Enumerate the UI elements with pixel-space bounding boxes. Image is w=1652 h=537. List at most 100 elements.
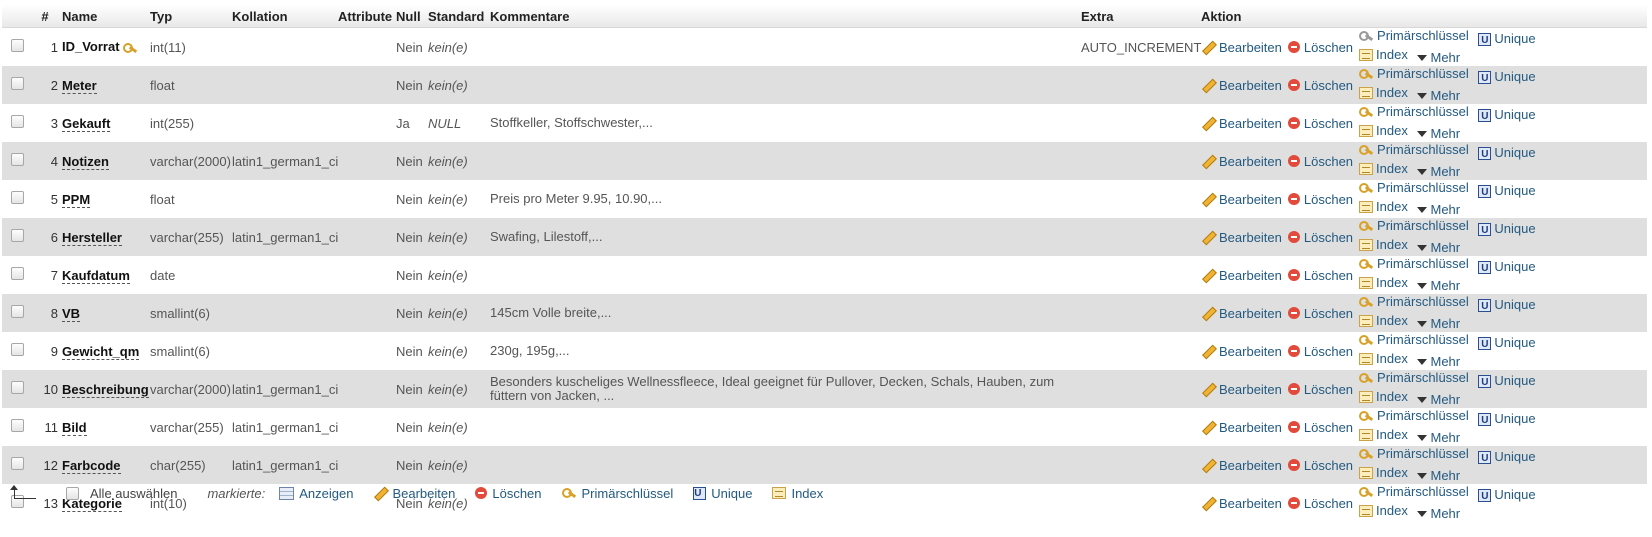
primary-selected-button[interactable]: Primärschlüssel	[561, 486, 673, 501]
more-button[interactable]: Mehr	[1417, 316, 1460, 332]
delete-button[interactable]: Löschen	[1287, 382, 1353, 397]
row-checkbox-cell[interactable]	[2, 408, 30, 446]
primary-key-button[interactable]: Primärschlüssel	[1359, 180, 1469, 196]
delete-button[interactable]: Löschen	[1287, 230, 1353, 245]
edit-button[interactable]: Bearbeiten	[1201, 78, 1282, 93]
more-button[interactable]: Mehr	[1417, 88, 1460, 104]
delete-button[interactable]: Löschen	[1287, 496, 1353, 511]
delete-button[interactable]: Löschen	[1287, 154, 1353, 169]
row-checkbox-cell[interactable]	[2, 104, 30, 142]
row-checkbox[interactable]	[11, 153, 24, 166]
edit-button[interactable]: Bearbeiten	[1201, 40, 1282, 55]
primary-key-button[interactable]: Primärschlüssel	[1359, 370, 1469, 386]
edit-button[interactable]: Bearbeiten	[1201, 230, 1282, 245]
edit-button[interactable]: Bearbeiten	[1201, 420, 1282, 435]
delete-button[interactable]: Löschen	[1287, 420, 1353, 435]
unique-button[interactable]: U Unique	[1478, 221, 1536, 237]
index-button[interactable]: Index	[1359, 275, 1408, 291]
unique-button[interactable]: U Unique	[1478, 373, 1536, 389]
more-button[interactable]: Mehr	[1417, 430, 1460, 446]
more-button[interactable]: Mehr	[1417, 202, 1460, 218]
edit-button[interactable]: Bearbeiten	[1201, 154, 1282, 169]
edit-button[interactable]: Bearbeiten	[1201, 268, 1282, 283]
edit-button[interactable]: Bearbeiten	[1201, 116, 1282, 131]
primary-key-button[interactable]: Primärschlüssel	[1359, 332, 1469, 348]
unique-selected-button[interactable]: U Unique	[693, 486, 752, 501]
header-default[interactable]: Standard	[426, 5, 488, 28]
row-checkbox-cell[interactable]	[2, 256, 30, 294]
delete-button[interactable]: Löschen	[1287, 344, 1353, 359]
primary-key-button[interactable]: Primärschlüssel	[1359, 256, 1469, 272]
primary-key-button[interactable]: Primärschlüssel	[1359, 218, 1469, 234]
unique-button[interactable]: U Unique	[1478, 183, 1536, 199]
index-selected-button[interactable]: Index	[772, 486, 823, 501]
primary-key-button[interactable]: Primärschlüssel	[1359, 294, 1469, 310]
delete-button[interactable]: Löschen	[1287, 306, 1353, 321]
edit-button[interactable]: Bearbeiten	[1201, 382, 1282, 397]
row-checkbox[interactable]	[11, 229, 24, 242]
unique-button[interactable]: U Unique	[1478, 69, 1536, 85]
unique-button[interactable]: U Unique	[1478, 487, 1536, 503]
more-button[interactable]: Mehr	[1417, 126, 1460, 142]
row-checkbox[interactable]	[11, 115, 24, 128]
browse-button[interactable]: Anzeigen	[279, 486, 353, 501]
more-button[interactable]: Mehr	[1417, 354, 1460, 370]
edit-button[interactable]: Bearbeiten	[1201, 306, 1282, 321]
row-checkbox-cell[interactable]	[2, 294, 30, 332]
row-checkbox[interactable]	[11, 39, 24, 52]
delete-button[interactable]: Löschen	[1287, 268, 1353, 283]
more-button[interactable]: Mehr	[1417, 50, 1460, 66]
more-button[interactable]: Mehr	[1417, 392, 1460, 408]
primary-key-button[interactable]: Primärschlüssel	[1359, 28, 1469, 44]
delete-button[interactable]: Löschen	[1287, 116, 1353, 131]
row-checkbox-cell[interactable]	[2, 66, 30, 104]
primary-key-button[interactable]: Primärschlüssel	[1359, 66, 1469, 82]
unique-button[interactable]: U Unique	[1478, 31, 1536, 47]
row-checkbox[interactable]	[11, 343, 24, 356]
header-attributes[interactable]: Attribute	[336, 5, 394, 28]
index-button[interactable]: Index	[1359, 199, 1408, 215]
more-button[interactable]: Mehr	[1417, 164, 1460, 180]
delete-button[interactable]: Löschen	[1287, 78, 1353, 93]
delete-selected-button[interactable]: Löschen	[475, 486, 542, 501]
index-button[interactable]: Index	[1359, 503, 1408, 519]
row-checkbox-cell[interactable]	[2, 370, 30, 408]
more-button[interactable]: Mehr	[1417, 278, 1460, 294]
unique-button[interactable]: U Unique	[1478, 145, 1536, 161]
delete-button[interactable]: Löschen	[1287, 192, 1353, 207]
index-button[interactable]: Index	[1359, 85, 1408, 101]
primary-key-button[interactable]: Primärschlüssel	[1359, 104, 1469, 120]
more-button[interactable]: Mehr	[1417, 468, 1460, 484]
index-button[interactable]: Index	[1359, 161, 1408, 177]
more-button[interactable]: Mehr	[1417, 506, 1460, 522]
row-checkbox[interactable]	[11, 419, 24, 432]
primary-key-button[interactable]: Primärschlüssel	[1359, 446, 1469, 462]
header-extra[interactable]: Extra	[1079, 5, 1199, 28]
edit-selected-button[interactable]: Bearbeiten	[373, 486, 455, 501]
delete-button[interactable]: Löschen	[1287, 458, 1353, 473]
row-checkbox[interactable]	[11, 77, 24, 90]
header-null[interactable]: Null	[394, 5, 426, 28]
index-button[interactable]: Index	[1359, 465, 1408, 481]
select-all-label[interactable]: Alle auswählen	[90, 486, 177, 501]
row-checkbox-cell[interactable]	[2, 180, 30, 218]
row-checkbox-cell[interactable]	[2, 446, 30, 484]
index-button[interactable]: Index	[1359, 123, 1408, 139]
header-name[interactable]: Name	[60, 5, 148, 28]
edit-button[interactable]: Bearbeiten	[1201, 458, 1282, 473]
delete-button[interactable]: Löschen	[1287, 40, 1353, 55]
row-checkbox[interactable]	[11, 381, 24, 394]
select-all[interactable]: Alle auswählen	[66, 486, 177, 501]
unique-button[interactable]: U Unique	[1478, 411, 1536, 427]
row-checkbox-cell[interactable]	[2, 142, 30, 180]
primary-key-button[interactable]: Primärschlüssel	[1359, 142, 1469, 158]
header-collation[interactable]: Kollation	[230, 5, 336, 28]
index-button[interactable]: Index	[1359, 351, 1408, 367]
row-checkbox-cell[interactable]	[2, 27, 30, 66]
unique-button[interactable]: U Unique	[1478, 335, 1536, 351]
row-checkbox-cell[interactable]	[2, 218, 30, 256]
index-button[interactable]: Index	[1359, 47, 1408, 63]
header-comments[interactable]: Kommentare	[488, 5, 1079, 28]
edit-button[interactable]: Bearbeiten	[1201, 344, 1282, 359]
header-type[interactable]: Typ	[148, 5, 230, 28]
